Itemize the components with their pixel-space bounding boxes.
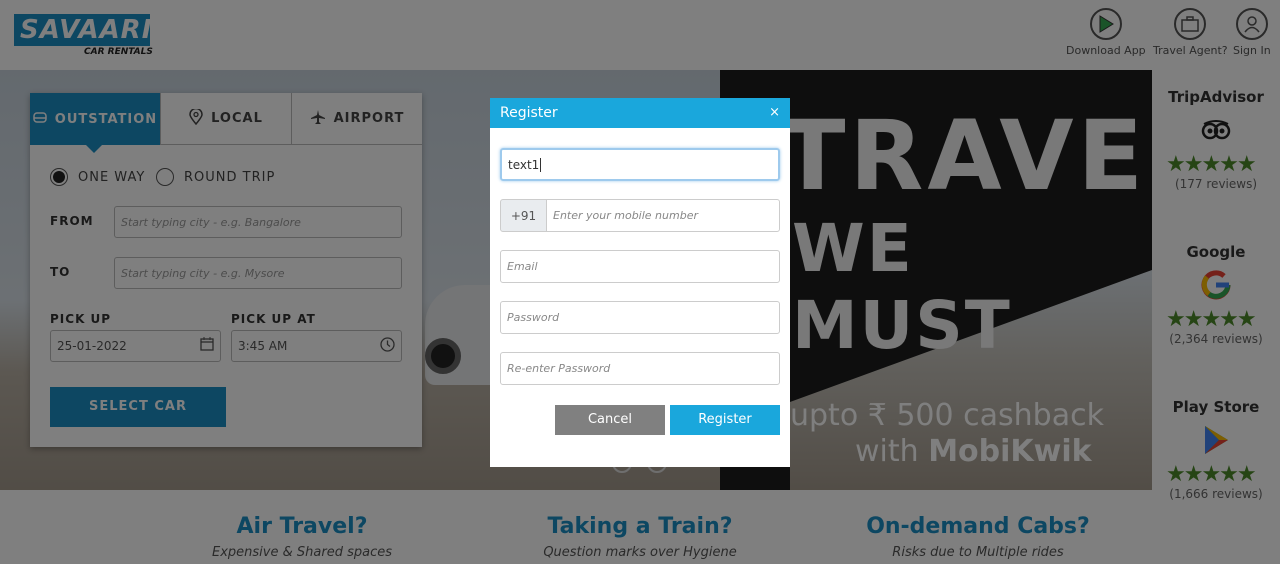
mobile-input[interactable]: Enter your mobile number [546,199,780,232]
password-input[interactable]: Password [500,301,780,334]
modal-header: Register × [490,98,790,128]
email-input[interactable]: Email [500,250,780,283]
register-button[interactable]: Register [670,405,780,435]
name-value: text1 [508,157,540,172]
text-caret [540,157,542,172]
reenter-password-input[interactable]: Re-enter Password [500,352,780,385]
close-icon[interactable]: × [769,98,780,128]
name-input[interactable]: text1 [500,148,780,181]
modal-title: Register [500,105,558,121]
country-code: +91 [500,199,547,232]
cancel-button[interactable]: Cancel [555,405,665,435]
register-modal: Register × text1 +91 Enter your mobile n… [490,98,790,467]
